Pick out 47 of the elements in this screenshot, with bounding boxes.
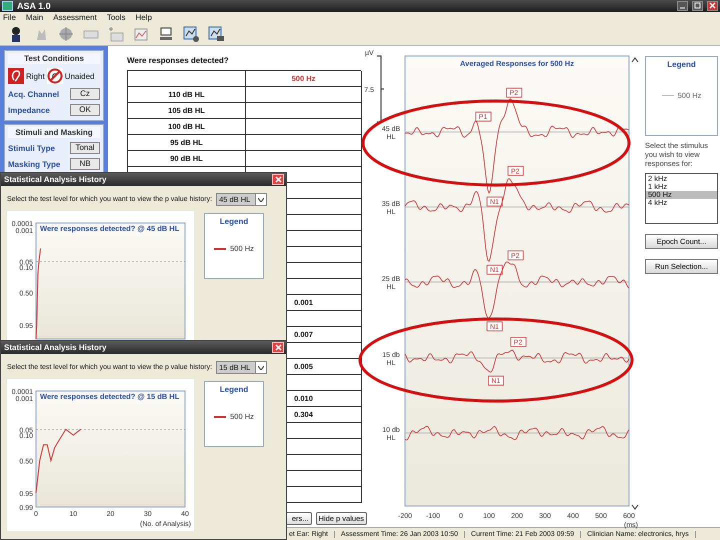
scale-bar	[376, 56, 384, 122]
legend-title: Legend	[667, 60, 696, 69]
menu-item[interactable]: Main	[26, 13, 44, 22]
menu-item[interactable]: Assessment	[53, 13, 97, 22]
close-button[interactable]	[272, 174, 284, 185]
chevron-down-icon	[258, 366, 264, 370]
chart-search-icon[interactable]	[183, 26, 199, 42]
table-question: Were responses detected?	[127, 56, 230, 67]
ear-icon	[8, 68, 24, 84]
field-label: Impedance	[8, 106, 50, 114]
section-title: Test Conditions	[8, 53, 100, 64]
app-icon	[2, 1, 13, 11]
maximize-button[interactable]	[692, 1, 703, 11]
field-value: Cz	[70, 88, 100, 100]
scroll-down-icon[interactable]	[632, 504, 638, 510]
close-icon	[274, 176, 282, 183]
field-label: Stimuli Type	[8, 144, 55, 152]
menu-item[interactable]: Tools	[106, 13, 126, 22]
scroll-up-icon[interactable]	[632, 57, 638, 62]
chart-icon[interactable]	[133, 26, 149, 42]
ear-label: Right	[26, 72, 45, 80]
window-title: ASA 1.0	[17, 1, 52, 11]
dialog-title: Statistical Analysis History	[4, 343, 108, 352]
aid-label: Unaided	[64, 72, 94, 80]
legend-title: Legend	[220, 385, 248, 394]
close-button[interactable]	[707, 1, 718, 11]
menu-item[interactable]: Help	[136, 13, 152, 22]
p-value-line	[36, 428, 82, 494]
section-title: Stimuli and Masking	[8, 127, 100, 138]
maximize-icon	[694, 2, 701, 9]
legend-title: Legend	[220, 217, 248, 226]
field-label: Acq. Channel	[8, 90, 60, 98]
menu-item[interactable]: File	[3, 13, 16, 22]
field-value: NB	[70, 158, 100, 170]
computer-icon[interactable]	[158, 26, 174, 42]
add-window-icon[interactable]	[108, 26, 124, 42]
close-button[interactable]	[272, 342, 284, 353]
close-icon	[709, 2, 716, 9]
dialog-title: Statistical Analysis History	[4, 175, 108, 184]
close-icon	[274, 344, 282, 351]
no-hearing-aid-icon	[46, 68, 63, 84]
field-value: OK	[70, 104, 100, 116]
chevron-down-icon	[258, 198, 264, 202]
field-value: Tonal	[70, 142, 100, 154]
minimize-button[interactable]	[677, 1, 688, 11]
chart-print-icon[interactable]	[208, 26, 224, 42]
field-label: Masking Type	[8, 160, 60, 168]
